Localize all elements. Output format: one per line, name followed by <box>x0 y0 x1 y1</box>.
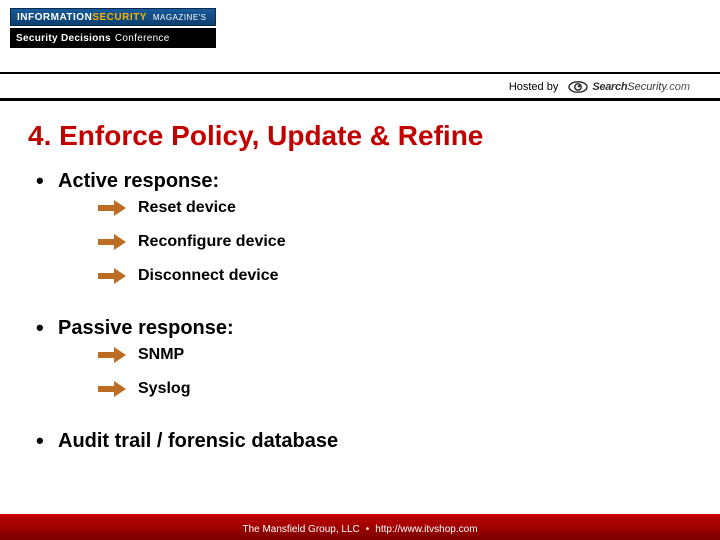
bullet-active-response: Active response: Reset device Reconfigur… <box>58 170 692 307</box>
footer-separator: • <box>366 524 370 535</box>
information-security-magazine-logo: INFORMATION SECURITY MAGAZINE'S <box>10 8 216 26</box>
bullet-label: Audit trail / forensic database <box>58 430 338 452</box>
slide-footer: The Mansfield Group, LLC • http://www.it… <box>0 514 720 540</box>
slide-header: INFORMATION SECURITY MAGAZINE'S Security… <box>0 0 720 102</box>
arrow-right-icon <box>98 382 126 396</box>
arrow-right-icon <box>98 269 126 283</box>
logo-sdc-word-conf: Conference <box>115 33 170 44</box>
logo-infosec-word-info: INFORMATION <box>17 12 92 23</box>
list-item: Syslog <box>98 380 692 398</box>
logo-infosec-word-mag: MAGAZINE'S <box>153 13 207 22</box>
arrow-right-icon <box>98 348 126 362</box>
list-item: Disconnect device <box>98 267 692 285</box>
header-logos: INFORMATION SECURITY MAGAZINE'S Security… <box>10 8 220 64</box>
hosted-by: Hosted by SearchSecurity.com <box>509 80 690 94</box>
arrow-item-label: SNMP <box>138 346 184 364</box>
arrow-list-active: Reset device Reconfigure device Disconne… <box>58 193 692 307</box>
searchsecurity-part2: Security <box>627 81 666 93</box>
searchsecurity-part3: .com <box>666 81 690 93</box>
slide-body: 4. Enforce Policy, Update & Refine Activ… <box>28 112 692 500</box>
hosted-by-label: Hosted by <box>509 81 559 93</box>
searchsecurity-logo: SearchSecurity.com <box>568 80 690 94</box>
bullet-passive-response: Passive response: SNMP Syslog <box>58 317 692 420</box>
footer-org: The Mansfield Group, LLC <box>242 524 359 535</box>
eye-icon <box>568 80 588 94</box>
header-divider-thin <box>0 72 720 74</box>
list-item: Reset device <box>98 199 692 217</box>
slide-title: 4. Enforce Policy, Update & Refine <box>28 120 692 152</box>
searchsecurity-part1: Search <box>592 81 627 93</box>
arrow-list-passive: SNMP Syslog <box>58 340 692 420</box>
bullet-label: Active response: <box>58 170 219 192</box>
slide: INFORMATION SECURITY MAGAZINE'S Security… <box>0 0 720 540</box>
arrow-item-label: Reconfigure device <box>138 233 286 251</box>
security-decisions-conference-logo: Security Decisions Conference <box>10 28 216 48</box>
arrow-item-label: Syslog <box>138 380 190 398</box>
list-item: Reconfigure device <box>98 233 692 251</box>
arrow-item-label: Reset device <box>138 199 236 217</box>
bullet-label: Passive response: <box>58 317 234 339</box>
logo-sdc-word-sd: Security Decisions <box>16 33 111 44</box>
logo-infosec-word-sec: SECURITY <box>92 12 147 23</box>
bullet-list: Active response: Reset device Reconfigur… <box>28 170 692 453</box>
list-item: SNMP <box>98 346 692 364</box>
footer-bar-bottom: The Mansfield Group, LLC • http://www.it… <box>0 519 720 540</box>
footer-url: http://www.itvshop.com <box>375 524 477 535</box>
arrow-right-icon <box>98 235 126 249</box>
bullet-audit-trail: Audit trail / forensic database <box>58 430 692 453</box>
header-divider-thick <box>0 98 720 101</box>
arrow-right-icon <box>98 201 126 215</box>
arrow-item-label: Disconnect device <box>138 267 279 285</box>
